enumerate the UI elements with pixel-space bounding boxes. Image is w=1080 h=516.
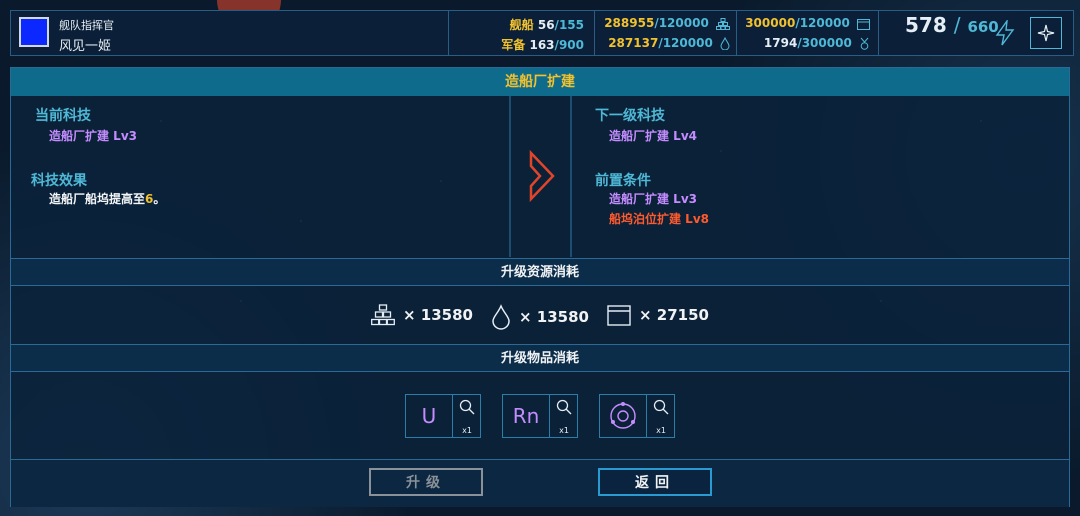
resource-medal: 1794/300000 [764,36,870,50]
item-slot-uranium[interactable]: U x1 [405,394,481,438]
atom-core-icon [610,402,636,429]
energy-display: 578 / 660 [905,13,999,37]
resource-column-2: 300000/120000 1794/300000 [737,11,879,55]
item-slot-radon[interactable]: Rn x1 [502,394,578,438]
back-button[interactable]: 返回 [598,468,712,496]
cost-calendar: × 27150 [607,304,709,326]
cost-blocks: × 13580 [371,304,473,326]
item-count: x1 [559,426,569,435]
blocks-icon [371,304,395,326]
item-count: x1 [462,426,472,435]
prereq-met: 造船厂扩建 Lv3 [609,192,697,206]
item-detail[interactable]: x1 [452,395,481,437]
arrow-right-icon [529,150,555,202]
item-symbol [600,395,646,437]
item-symbol: U [421,404,437,428]
medal-icon [860,37,869,50]
commander-title: 舰队指挥官 [59,19,114,32]
resource-calendar: 300000/120000 [745,16,870,30]
effect-label: 科技效果 [31,173,87,189]
equipment-count: 军备 163/900 [501,38,584,52]
item-cost-header: 升级物品消耗 [11,344,1069,372]
button-bar [11,459,1069,507]
avatar[interactable] [19,17,49,47]
resource-column-1: 288955/120000 287137/120000 [595,11,737,55]
effect-text: 造船厂船坞提高至6。 [49,192,166,206]
item-slot-core[interactable]: x1 [599,394,675,438]
drop-icon [720,37,730,50]
prereq-unmet: 船坞泊位扩建 Lv8 [609,212,709,226]
commander-info[interactable]: 舰队指挥官 风见一姬 [11,11,449,55]
blocks-icon [716,17,730,30]
divider-right [570,96,572,257]
item-detail[interactable]: x1 [549,395,578,437]
add-energy-button[interactable] [1030,17,1062,49]
upgrade-button[interactable]: 升级 [369,468,483,496]
commander-name: 风见一姬 [59,39,112,54]
magnifier-icon [459,399,475,415]
magnifier-icon [556,399,572,415]
calendar-icon [607,305,631,326]
next-tech-value: 造船厂扩建 Lv4 [609,129,697,143]
item-count: x1 [656,426,666,435]
cost-drop: × 13580 [491,304,589,330]
fleet-counts: 舰船 56/155 军备 163/900 [449,11,595,55]
lightning-icon [995,20,1015,46]
resource-drop: 287137/120000 [608,36,730,50]
magnifier-icon [653,399,669,415]
drop-icon [492,304,510,330]
panel-title: 造船厂扩建 [11,68,1069,96]
prereq-label: 前置条件 [595,173,651,189]
item-symbol: Rn [512,404,540,428]
shipyard-upgrade-panel: 造船厂扩建 当前科技 造船厂扩建 Lv3 科技效果 造船厂船坞提高至6。 下一级… [10,67,1070,507]
resource-cost-header: 升级资源消耗 [11,258,1069,286]
resource-blocks: 288955/120000 [604,16,730,30]
sparkle-icon [1037,24,1055,42]
item-detail[interactable]: x1 [646,395,675,437]
current-tech-label: 当前科技 [35,108,91,124]
ship-count: 舰船 56/155 [509,18,584,32]
divider-left [509,96,511,257]
calendar-icon [857,18,870,30]
current-tech-value: 造船厂扩建 Lv3 [49,129,137,143]
next-tech-label: 下一级科技 [595,108,665,124]
